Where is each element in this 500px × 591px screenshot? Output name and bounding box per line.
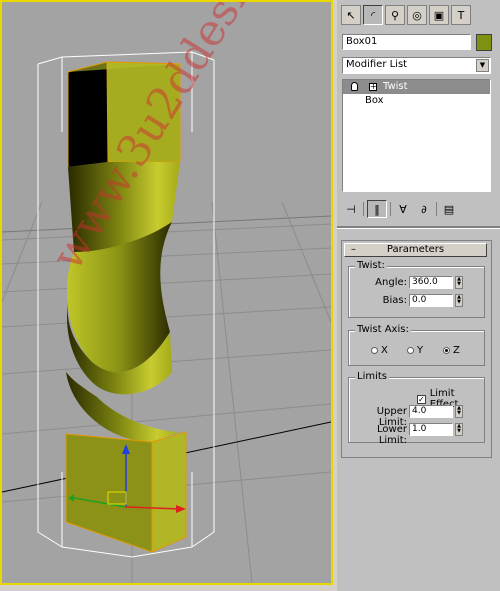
axis-x-radio[interactable]: X bbox=[371, 345, 388, 356]
angle-input[interactable]: 360.0 bbox=[409, 276, 453, 289]
radio-dot[interactable] bbox=[371, 347, 378, 354]
perspective-viewport[interactable]: www.3u2ddesign.com bbox=[0, 0, 333, 585]
make-unique-icon[interactable]: ∀ bbox=[394, 201, 412, 217]
twist-group: Twist: Angle: 360.0 ▲ ▼ Bias: 0.0 ▲ ▼ bbox=[348, 260, 485, 318]
stack-item-twist[interactable]: + Twist bbox=[343, 80, 490, 94]
lower-limit-label: Lower Limit: bbox=[377, 424, 407, 446]
configure-sets-icon[interactable]: ▤ bbox=[440, 201, 458, 217]
axis-z-radio[interactable]: Z bbox=[443, 345, 460, 356]
spinner-arrows-icon[interactable]: ▲ ▼ bbox=[455, 276, 463, 289]
bias-label: Bias: bbox=[382, 295, 407, 306]
chevron-down-icon[interactable]: ▼ bbox=[476, 59, 489, 72]
spinner-arrows-icon[interactable]: ▲ ▼ bbox=[455, 405, 463, 418]
modifier-stack: + Twist Box bbox=[342, 79, 491, 192]
utilities-tab-icon[interactable]: T bbox=[451, 5, 471, 25]
hierarchy-tab-icon[interactable]: ⚲ bbox=[385, 5, 405, 25]
show-end-result-icon[interactable]: ‖ bbox=[367, 200, 387, 218]
angle-label: Angle: bbox=[375, 277, 407, 288]
parameters-rollout-header[interactable]: – Parameters bbox=[344, 243, 487, 257]
panel-empty-area bbox=[341, 464, 492, 591]
parameters-rollout: – Parameters Twist: Angle: 360.0 ▲ ▼ Bias… bbox=[341, 240, 492, 458]
stack-item-label: Box bbox=[365, 95, 384, 106]
light-bulb-icon[interactable] bbox=[351, 82, 358, 91]
modify-tab-icon[interactable]: ◜ bbox=[363, 5, 383, 25]
toolbar-separator bbox=[436, 202, 437, 216]
remove-modifier-icon[interactable]: ∂ bbox=[415, 201, 433, 217]
pin-stack-icon[interactable]: ⊣ bbox=[342, 201, 360, 217]
spinner-arrows-icon[interactable]: ▲ ▼ bbox=[455, 294, 463, 307]
spinner-arrows-icon[interactable]: ▲ ▼ bbox=[455, 423, 463, 436]
upper-limit-input[interactable]: 4.0 bbox=[409, 405, 453, 418]
lower-limit-input[interactable]: 1.0 bbox=[409, 423, 453, 436]
panel-divider bbox=[337, 226, 500, 229]
toolbar-separator bbox=[363, 202, 364, 216]
modifier-list-label: Modifier List bbox=[346, 59, 408, 70]
twist-axis-group: Twist Axis: X Y Z bbox=[348, 324, 485, 366]
twist-group-title: Twist: bbox=[355, 260, 387, 271]
object-color-swatch[interactable] bbox=[476, 34, 492, 51]
bias-input[interactable]: 0.0 bbox=[409, 294, 453, 307]
axis-x-label: X bbox=[381, 345, 388, 356]
toolbar-separator bbox=[390, 202, 391, 216]
collapse-icon[interactable]: – bbox=[351, 244, 356, 256]
radio-dot-selected[interactable] bbox=[443, 347, 450, 354]
limits-group-title: Limits bbox=[355, 371, 389, 382]
rollout-title: Parameters bbox=[386, 244, 445, 255]
axis-y-label: Y bbox=[417, 345, 424, 356]
twist-axis-group-title: Twist Axis: bbox=[355, 324, 411, 335]
stack-item-box[interactable]: Box bbox=[343, 94, 490, 108]
command-panel: ↖ ◜ ⚲ ◎ ▣ T Box01 Modifier List ▼ + Twis… bbox=[337, 0, 500, 591]
radio-dot[interactable] bbox=[407, 347, 414, 354]
create-tab-icon[interactable]: ↖ bbox=[341, 5, 361, 25]
display-tab-icon[interactable]: ▣ bbox=[429, 5, 449, 25]
stack-toolbar: ⊣ ‖ ∀ ∂ ▤ bbox=[342, 200, 491, 218]
motion-tab-icon[interactable]: ◎ bbox=[407, 5, 427, 25]
expand-plus-icon[interactable]: + bbox=[369, 83, 377, 91]
axis-y-radio[interactable]: Y bbox=[407, 345, 423, 356]
stack-item-label: Twist bbox=[383, 81, 408, 92]
modifier-list-dropdown[interactable]: Modifier List ▼ bbox=[342, 57, 491, 74]
limits-group: Limits ✓ Limit Effect Upper Limit: 4.0 ▲… bbox=[348, 371, 485, 446]
object-name-field[interactable]: Box01 bbox=[342, 34, 471, 50]
axis-z-label: Z bbox=[453, 345, 460, 356]
command-panel-tabs: ↖ ◜ ⚲ ◎ ▣ T bbox=[341, 5, 471, 25]
checkmark-icon[interactable]: ✓ bbox=[417, 394, 426, 404]
